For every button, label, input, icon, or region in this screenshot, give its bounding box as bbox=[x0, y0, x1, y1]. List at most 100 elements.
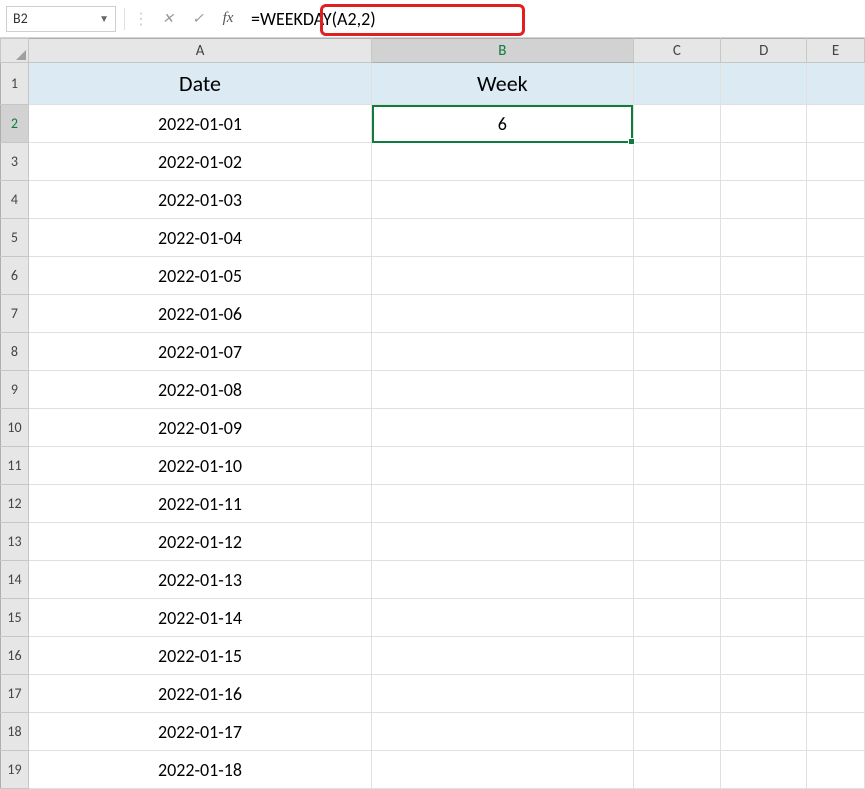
row-header-15[interactable]: 15 bbox=[1, 599, 29, 637]
cell-E12[interactable] bbox=[807, 485, 865, 523]
cell-E14[interactable] bbox=[807, 561, 865, 599]
cell-E13[interactable] bbox=[807, 523, 865, 561]
cell-A8[interactable]: 2022-01-07 bbox=[28, 333, 371, 371]
cell-B5[interactable] bbox=[372, 219, 633, 257]
cell-A18[interactable]: 2022-01-17 bbox=[28, 713, 371, 751]
formula-input[interactable] bbox=[247, 6, 859, 32]
cell-B3[interactable] bbox=[372, 143, 633, 181]
cell-B15[interactable] bbox=[372, 599, 633, 637]
cell-C3[interactable] bbox=[633, 143, 721, 181]
column-header-D[interactable]: D bbox=[721, 39, 807, 63]
row-header-8[interactable]: 8 bbox=[1, 333, 29, 371]
cell-B12[interactable] bbox=[372, 485, 633, 523]
cell-D1[interactable] bbox=[721, 63, 807, 105]
cell-B10[interactable] bbox=[372, 409, 633, 447]
cell-B16[interactable] bbox=[372, 637, 633, 675]
cell-E18[interactable] bbox=[807, 713, 865, 751]
row-header-9[interactable]: 9 bbox=[1, 371, 29, 409]
cell-D18[interactable] bbox=[721, 713, 807, 751]
cell-A9[interactable]: 2022-01-08 bbox=[28, 371, 371, 409]
cell-B19[interactable] bbox=[372, 751, 633, 789]
cell-A16[interactable]: 2022-01-15 bbox=[28, 637, 371, 675]
cell-E7[interactable] bbox=[807, 295, 865, 333]
cell-A4[interactable]: 2022-01-03 bbox=[28, 181, 371, 219]
cell-C19[interactable] bbox=[633, 751, 721, 789]
row-header-3[interactable]: 3 bbox=[1, 143, 29, 181]
column-header-E[interactable]: E bbox=[807, 39, 865, 63]
row-header-14[interactable]: 14 bbox=[1, 561, 29, 599]
row-header-6[interactable]: 6 bbox=[1, 257, 29, 295]
row-header-13[interactable]: 13 bbox=[1, 523, 29, 561]
cell-C2[interactable] bbox=[633, 105, 721, 143]
row-header-17[interactable]: 17 bbox=[1, 675, 29, 713]
cell-E10[interactable] bbox=[807, 409, 865, 447]
cell-E9[interactable] bbox=[807, 371, 865, 409]
cell-B1[interactable]: Week bbox=[372, 63, 633, 105]
cell-E4[interactable] bbox=[807, 181, 865, 219]
cell-C5[interactable] bbox=[633, 219, 721, 257]
spreadsheet-grid[interactable]: ABCDE1DateWeek22022-01-01632022-01-02420… bbox=[0, 38, 865, 789]
name-box[interactable]: B2 ▼ bbox=[6, 6, 116, 32]
cell-C11[interactable] bbox=[633, 447, 721, 485]
cell-B7[interactable] bbox=[372, 295, 633, 333]
cell-D12[interactable] bbox=[721, 485, 807, 523]
cell-E16[interactable] bbox=[807, 637, 865, 675]
cell-E17[interactable] bbox=[807, 675, 865, 713]
cell-D15[interactable] bbox=[721, 599, 807, 637]
cell-A15[interactable]: 2022-01-14 bbox=[28, 599, 371, 637]
cell-D11[interactable] bbox=[721, 447, 807, 485]
cell-B18[interactable] bbox=[372, 713, 633, 751]
column-header-B[interactable]: B bbox=[372, 39, 633, 63]
cell-A13[interactable]: 2022-01-12 bbox=[28, 523, 371, 561]
cell-D17[interactable] bbox=[721, 675, 807, 713]
row-header-7[interactable]: 7 bbox=[1, 295, 29, 333]
cell-D9[interactable] bbox=[721, 371, 807, 409]
column-header-A[interactable]: A bbox=[28, 39, 371, 63]
row-header-16[interactable]: 16 bbox=[1, 637, 29, 675]
cell-D10[interactable] bbox=[721, 409, 807, 447]
cell-A6[interactable]: 2022-01-05 bbox=[28, 257, 371, 295]
name-box-dropdown-icon[interactable]: ▼ bbox=[99, 12, 109, 25]
cell-C9[interactable] bbox=[633, 371, 721, 409]
cell-E15[interactable] bbox=[807, 599, 865, 637]
cell-A7[interactable]: 2022-01-06 bbox=[28, 295, 371, 333]
row-header-19[interactable]: 19 bbox=[1, 751, 29, 789]
cell-A12[interactable]: 2022-01-11 bbox=[28, 485, 371, 523]
cell-A11[interactable]: 2022-01-10 bbox=[28, 447, 371, 485]
cell-C15[interactable] bbox=[633, 599, 721, 637]
cell-D19[interactable] bbox=[721, 751, 807, 789]
cell-B14[interactable] bbox=[372, 561, 633, 599]
cell-A1[interactable]: Date bbox=[28, 63, 371, 105]
cell-A3[interactable]: 2022-01-02 bbox=[28, 143, 371, 181]
row-header-12[interactable]: 12 bbox=[1, 485, 29, 523]
cell-C8[interactable] bbox=[633, 333, 721, 371]
cell-B4[interactable] bbox=[372, 181, 633, 219]
cell-C12[interactable] bbox=[633, 485, 721, 523]
cell-A19[interactable]: 2022-01-18 bbox=[28, 751, 371, 789]
cell-B11[interactable] bbox=[372, 447, 633, 485]
cell-C14[interactable] bbox=[633, 561, 721, 599]
cell-B13[interactable] bbox=[372, 523, 633, 561]
select-all-corner[interactable] bbox=[1, 39, 29, 63]
cell-A10[interactable]: 2022-01-09 bbox=[28, 409, 371, 447]
cell-C10[interactable] bbox=[633, 409, 721, 447]
cell-A2[interactable]: 2022-01-01 bbox=[28, 105, 371, 143]
cell-C7[interactable] bbox=[633, 295, 721, 333]
cell-C17[interactable] bbox=[633, 675, 721, 713]
cell-E1[interactable] bbox=[807, 63, 865, 105]
cell-D3[interactable] bbox=[721, 143, 807, 181]
cell-D2[interactable] bbox=[721, 105, 807, 143]
row-header-1[interactable]: 1 bbox=[1, 63, 29, 105]
cancel-icon[interactable]: ✕ bbox=[157, 7, 179, 31]
column-header-C[interactable]: C bbox=[633, 39, 721, 63]
row-header-4[interactable]: 4 bbox=[1, 181, 29, 219]
cell-C18[interactable] bbox=[633, 713, 721, 751]
cell-D5[interactable] bbox=[721, 219, 807, 257]
cell-A17[interactable]: 2022-01-16 bbox=[28, 675, 371, 713]
cell-D16[interactable] bbox=[721, 637, 807, 675]
cell-E5[interactable] bbox=[807, 219, 865, 257]
cell-B9[interactable] bbox=[372, 371, 633, 409]
cell-B17[interactable] bbox=[372, 675, 633, 713]
cell-C4[interactable] bbox=[633, 181, 721, 219]
cell-B6[interactable] bbox=[372, 257, 633, 295]
